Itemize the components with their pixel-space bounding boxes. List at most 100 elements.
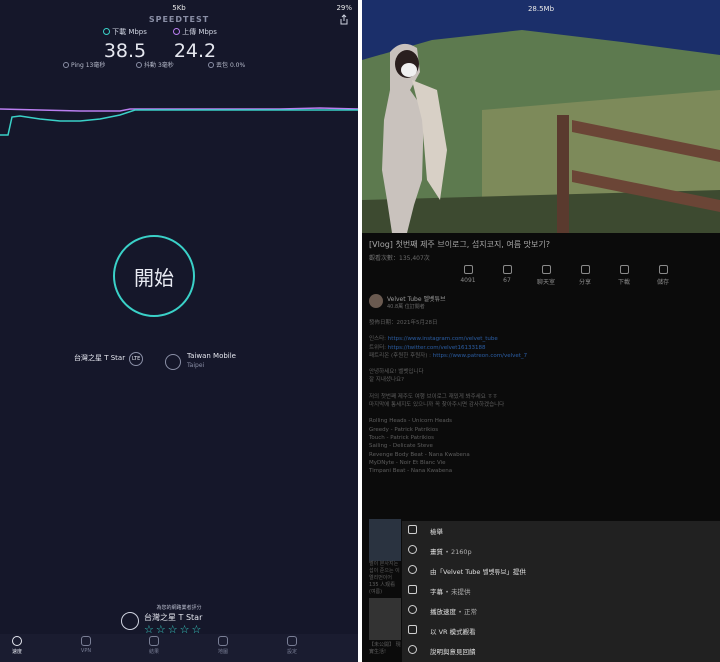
network-speed: 5Kb	[172, 4, 186, 12]
save-button[interactable]: 儲存	[643, 265, 683, 286]
music-credit: Rolling Heads - Unicorn Heads	[369, 418, 453, 425]
music-credit: Revenge Body Beat - Nana Kwabena	[369, 451, 470, 458]
tab-label: VPN	[80, 648, 92, 654]
video-screen: 28.5Mb [Vlog] 첫번째 제주 브이로그, 섭지코지, 여름 맛보기?…	[362, 0, 720, 662]
publish-date: 發佈日期：2021年5月28日	[369, 320, 438, 326]
upload-metric: 上傳 Mbps 24.2	[155, 27, 235, 62]
jitter-value: 3毫秒	[157, 62, 174, 69]
provider-name: 台灣之星 T Star	[74, 354, 126, 362]
view-count: 觀看次數：135,407次	[369, 255, 430, 262]
download-metric: 下載 Mbps 38.5	[85, 27, 165, 62]
separator: •	[445, 588, 449, 596]
related-video-title[interactable]: 【未公開】 現實生活!	[369, 642, 401, 656]
twitter-link[interactable]: https://twitter.com/velvet16133188	[388, 345, 486, 351]
twitter-label: 트위터:	[369, 344, 388, 351]
menu-label: 說明與意見回饋	[430, 648, 476, 656]
speed-graph	[0, 107, 358, 136]
tab-vpn[interactable]: VPN	[61, 636, 111, 654]
separator: •	[445, 548, 449, 556]
patreon-line: 패트리온 (후원한 후원자) : https://www.patreon.com…	[369, 352, 712, 360]
video-title[interactable]: [Vlog] 첫번째 제주 브이로그, 섭지코지, 여름 맛보기?	[369, 239, 710, 250]
music-credit: Touch - Patrick Patrikios	[369, 434, 434, 441]
instagram-link[interactable]: https://www.instagram.com/velvet_tube	[388, 336, 498, 342]
check-icon	[149, 636, 159, 646]
tab-settings[interactable]: 設定	[267, 636, 317, 655]
share-button[interactable]: 分享	[565, 265, 605, 286]
music-credit: MyDNyte - Noir Et Blanc Vie	[369, 459, 446, 466]
menu-item-playback-speed[interactable]: 播放速度 • 正常	[402, 601, 720, 621]
info-icon	[408, 565, 417, 574]
jitter-stat: 抖動 3毫秒	[136, 60, 174, 69]
network-speed: 28.5Mb	[527, 5, 555, 13]
download-button[interactable]: 下載	[604, 265, 644, 286]
jitter-icon	[136, 62, 142, 68]
thumbs-up-icon	[463, 265, 473, 274]
captions-icon	[408, 585, 417, 594]
loss-icon	[208, 62, 214, 68]
bottom-tab-bar: 速度 VPN 結果 地圖 設定	[0, 634, 358, 662]
greeting-line: 잘 지내셨나요?	[369, 377, 405, 384]
tab-speed[interactable]: 速度	[0, 636, 42, 655]
server-info[interactable]: Taiwan Mobile Taipei	[187, 352, 236, 369]
wifi-icon	[121, 612, 139, 630]
like-button[interactable]: 4091	[448, 265, 488, 284]
tab-label: 設定	[286, 649, 297, 655]
body-line: 저의 첫번째 제주도 여행 브이로그 재밌게 봐주세요 ㅎㅎ	[369, 393, 498, 400]
go-button[interactable]: 開始	[113, 235, 195, 317]
chat-button[interactable]: 聊天室	[526, 265, 566, 286]
music-credit: Greedy - Patrick Patrikios	[369, 426, 439, 433]
dislike-button[interactable]: 67	[487, 265, 527, 284]
status-bar: 5Kb 29%	[0, 0, 358, 16]
playback-speed-icon	[408, 605, 417, 614]
globe-icon	[165, 354, 181, 370]
gear-icon	[408, 545, 417, 554]
menu-label: 由「Velvet Tube 벨벳튜브」提供	[430, 568, 526, 576]
battery-level: 29%	[336, 4, 352, 12]
menu-item-provided-by[interactable]: 由「Velvet Tube 벨벳튜브」提供	[402, 561, 720, 581]
thumbs-down-icon	[502, 265, 512, 274]
video-player[interactable]: 28.5Mb	[362, 0, 720, 233]
music-credit: Timpani Beat - Nana Kwabena	[369, 468, 453, 475]
body-line: 마지막에 통세지도 있으니까 꼭 찾아주시면 감사하겠습니다	[369, 402, 505, 409]
menu-item-help[interactable]: 說明與意見回饋	[402, 641, 720, 661]
tab-label: 速度	[11, 649, 22, 655]
upload-label: 上傳 Mbps	[182, 28, 217, 36]
related-video-thumbnail[interactable]	[369, 598, 401, 640]
tab-results[interactable]: 結果	[129, 636, 179, 655]
server-city: Taipei	[187, 362, 205, 369]
save-label: 儲存	[656, 279, 669, 286]
share-icon[interactable]	[338, 14, 350, 26]
chat-icon	[541, 265, 551, 274]
tab-map[interactable]: 地圖	[198, 636, 248, 655]
patreon-link[interactable]: https://www.patreon.com/velvet_7	[433, 353, 527, 359]
action-bar: 4091 67 聊天室 分享 下載 儲存	[362, 265, 720, 289]
server-name: Taiwan Mobile	[187, 352, 236, 360]
ping-stat: Ping 13毫秒	[63, 60, 105, 69]
patreon-label: 패트리온 (후원한 후원자) :	[369, 352, 433, 359]
lock-icon	[81, 636, 91, 646]
related-video-title[interactable]: 벨이 본사지는 섭이 준으는 이 엘리먼이어 135 人观看 (여름)	[369, 561, 401, 596]
related-video-thumbnail[interactable]	[369, 519, 401, 561]
go-label: 開始	[134, 265, 174, 290]
menu-value: 未提供	[451, 588, 471, 596]
speedtest-screen: 5Kb 29% SPEEDTEST 下載 Mbps 38.5 上傳 Mbps 2…	[0, 0, 358, 662]
ping-value: 13毫秒	[85, 62, 106, 69]
menu-item-quality[interactable]: 畫質 • 2160p	[402, 541, 720, 561]
channel-avatar[interactable]	[369, 294, 383, 308]
channel-name[interactable]: Velvet Tube 벨벳튜브	[387, 294, 446, 303]
video-description: 發佈日期：2021年5月28日 인스타: https://www.instagr…	[369, 319, 712, 475]
twitter-line: 트위터: https://twitter.com/velvet16133188	[369, 344, 712, 352]
subscriber-count: 40.8萬 位訂閱者	[387, 304, 425, 310]
menu-item-vr[interactable]: 以 VR 模式觀看	[402, 621, 720, 641]
provider-info[interactable]: 台灣之星 T Star LTE	[74, 352, 144, 366]
separator: •	[458, 608, 462, 616]
video-frame	[362, 0, 720, 233]
download-label: 下載 Mbps	[112, 28, 147, 36]
music-credit: Sailing - Delicate Steve	[369, 443, 433, 450]
menu-label: 字幕	[430, 588, 443, 596]
menu-item-report[interactable]: 檢舉	[402, 521, 720, 541]
speedometer-icon	[12, 636, 22, 646]
menu-item-captions[interactable]: 字幕 • 未提供	[402, 581, 720, 601]
tab-label: 結果	[148, 649, 159, 655]
rate-provider: 台灣之星 T Star	[144, 613, 203, 622]
